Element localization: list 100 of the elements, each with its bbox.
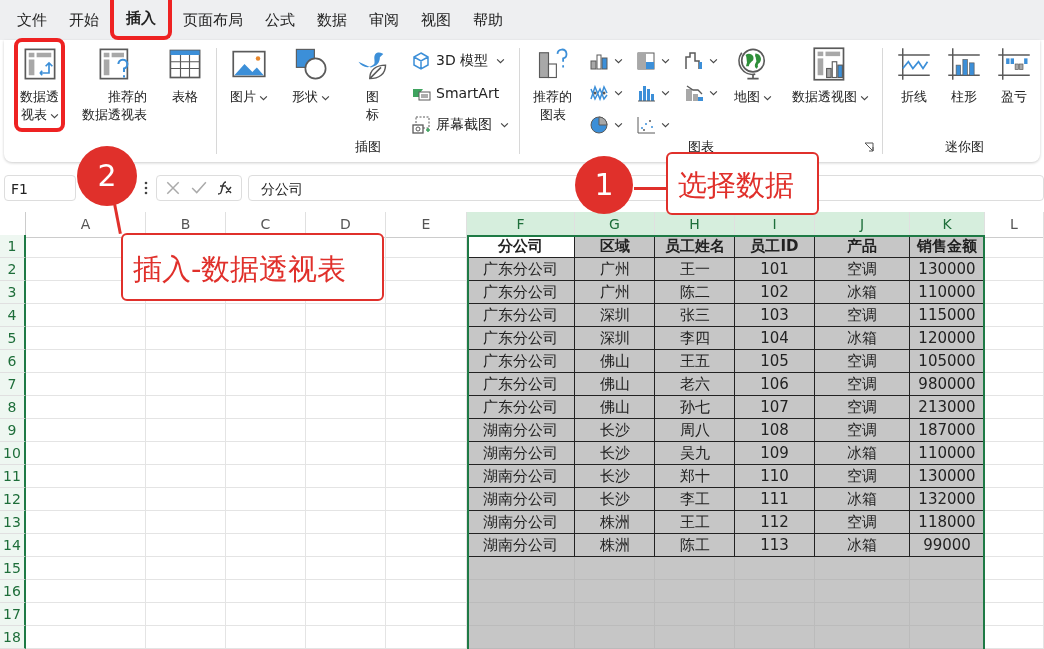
row-header[interactable]: 15	[0, 557, 26, 580]
grid-cell[interactable]	[146, 373, 226, 396]
grid-cell[interactable]	[386, 465, 467, 488]
ribbon-button[interactable]: 折线	[893, 44, 935, 138]
grid-cell[interactable]	[146, 580, 226, 603]
row-header[interactable]: 5	[0, 327, 26, 350]
grid-cell[interactable]	[386, 603, 467, 626]
grid-cell[interactable]	[985, 511, 1044, 534]
ribbon-button[interactable]: 柱形	[943, 44, 985, 138]
column-header[interactable]: L	[985, 212, 1044, 238]
ribbon-button[interactable]: 3D 模型	[411, 48, 509, 74]
grid-cell[interactable]	[26, 534, 146, 557]
grid-cell[interactable]	[386, 396, 467, 419]
ribbon-button[interactable]: 地图	[731, 44, 776, 138]
ribbon-button[interactable]: 形状	[289, 44, 333, 138]
grid-cell[interactable]	[985, 626, 1044, 649]
row-header[interactable]: 6	[0, 350, 26, 373]
more-icon[interactable]	[144, 181, 148, 195]
grid-cell[interactable]	[146, 350, 226, 373]
grid-cell[interactable]	[985, 419, 1044, 442]
row-header[interactable]: 16	[0, 580, 26, 603]
grid-cell[interactable]	[985, 235, 1044, 258]
ribbon-tab[interactable]: 开始	[58, 0, 110, 40]
ribbon-button[interactable]: SmartArt	[411, 80, 509, 106]
grid-cell[interactable]	[26, 327, 146, 350]
grid-cell[interactable]	[146, 534, 226, 557]
grid-cell[interactable]	[226, 603, 306, 626]
grid-cell[interactable]	[985, 557, 1044, 580]
column-header[interactable]: G	[575, 212, 655, 238]
grid-cell[interactable]	[985, 350, 1044, 373]
grid-cell[interactable]	[146, 396, 226, 419]
grid-cell[interactable]	[386, 557, 467, 580]
row-header[interactable]: 4	[0, 304, 26, 327]
grid-cell[interactable]	[386, 580, 467, 603]
ribbon-button[interactable]: 屏幕截图	[411, 112, 509, 138]
ribbon-tab[interactable]: 公式	[254, 0, 306, 40]
grid-cell[interactable]	[386, 488, 467, 511]
ribbon-button[interactable]: 数据透视图	[788, 44, 872, 138]
ribbon-tab[interactable]: 帮助	[462, 0, 514, 40]
grid-cell[interactable]	[146, 511, 226, 534]
grid-cell[interactable]	[306, 626, 386, 649]
column-header[interactable]: K	[910, 212, 985, 238]
grid-cell[interactable]	[306, 442, 386, 465]
function-icon[interactable]	[217, 180, 233, 196]
ribbon-tab[interactable]: 视图	[410, 0, 462, 40]
grid-cell[interactable]	[146, 327, 226, 350]
grid-cell[interactable]	[306, 603, 386, 626]
grid-cell[interactable]	[386, 327, 467, 350]
grid-cell[interactable]	[306, 488, 386, 511]
grid-cell[interactable]	[26, 557, 146, 580]
grid-cell[interactable]	[146, 626, 226, 649]
grid-cell[interactable]	[386, 281, 467, 304]
column-header[interactable]: J	[815, 212, 910, 238]
row-header[interactable]: 12	[0, 488, 26, 511]
ribbon-tab[interactable]: 审阅	[358, 0, 410, 40]
row-header[interactable]: 10	[0, 442, 26, 465]
grid-cell[interactable]	[985, 534, 1044, 557]
cancel-icon[interactable]	[165, 180, 181, 196]
grid-cell[interactable]	[306, 465, 386, 488]
grid-cell[interactable]	[386, 419, 467, 442]
grid-cell[interactable]	[226, 534, 306, 557]
check-icon[interactable]	[191, 180, 207, 196]
ribbon-button[interactable]: 表格	[164, 44, 206, 138]
name-box[interactable]: F1	[4, 175, 76, 201]
grid-cell[interactable]	[985, 373, 1044, 396]
grid-cell[interactable]	[985, 396, 1044, 419]
ribbon-tab[interactable]: 页面布局	[172, 0, 254, 40]
row-header[interactable]: 14	[0, 534, 26, 557]
grid-cell[interactable]	[226, 350, 306, 373]
grid-cell[interactable]	[26, 419, 146, 442]
grid-cell[interactable]	[985, 465, 1044, 488]
grid-cell[interactable]	[146, 557, 226, 580]
grid-cell[interactable]	[386, 350, 467, 373]
row-header[interactable]: 7	[0, 373, 26, 396]
grid-cell[interactable]	[226, 442, 306, 465]
grid-cell[interactable]	[26, 580, 146, 603]
ribbon-button[interactable]: 推荐的图表	[530, 44, 575, 138]
row-header[interactable]: 3	[0, 281, 26, 304]
grid-cell[interactable]	[26, 442, 146, 465]
dialog-launcher-icon[interactable]	[864, 142, 874, 152]
row-header[interactable]: 8	[0, 396, 26, 419]
grid-cell[interactable]	[26, 626, 146, 649]
grid-cell[interactable]	[306, 396, 386, 419]
grid-cell[interactable]	[985, 281, 1044, 304]
grid-cell[interactable]	[306, 373, 386, 396]
grid-cell[interactable]	[226, 373, 306, 396]
ribbon-tab[interactable]: 文件	[6, 0, 58, 40]
grid-cell[interactable]	[386, 511, 467, 534]
grid-cell[interactable]	[226, 327, 306, 350]
grid-cell[interactable]	[306, 419, 386, 442]
row-header[interactable]: 13	[0, 511, 26, 534]
grid-cell[interactable]	[985, 304, 1044, 327]
grid-cell[interactable]	[985, 442, 1044, 465]
grid-cell[interactable]	[985, 603, 1044, 626]
ribbon-button[interactable]: 图标	[351, 44, 393, 138]
row-header[interactable]: 2	[0, 258, 26, 281]
grid-cell[interactable]	[226, 626, 306, 649]
grid-cell[interactable]	[306, 580, 386, 603]
grid-cell[interactable]	[226, 557, 306, 580]
grid-cell[interactable]	[985, 258, 1044, 281]
